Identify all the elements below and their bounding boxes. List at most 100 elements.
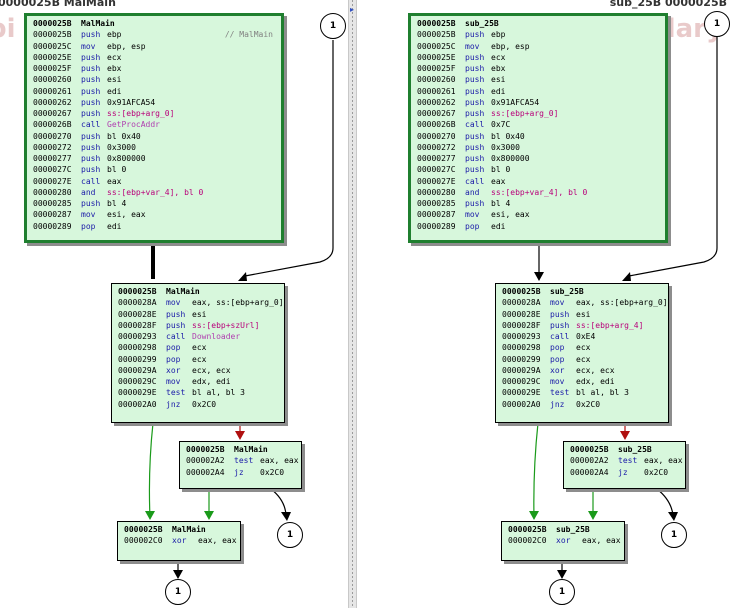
- instruction-line[interactable]: 000002A0 jnz 0x2C0: [118, 399, 284, 410]
- instruction-line[interactable]: 00000261 push edi: [417, 86, 665, 97]
- instruction-line[interactable]: 000002A4 jz 0x2C0: [570, 467, 685, 478]
- left-ref-node-mid[interactable]: 1: [277, 522, 303, 548]
- instruction-line[interactable]: 0000025C mov ebp, esp: [33, 41, 281, 52]
- right-block-3[interactable]: 0000025B sub_25B 000002A2 test eax, eax 00000…: [563, 441, 686, 489]
- right-arrow-node-to-block2: [622, 272, 631, 281]
- instruction-line[interactable]: 00000293 call 0xE4: [502, 331, 668, 342]
- right-graph-pane[interactable]: sub_25B 0000025B dary 0000025B sub_25B 000…: [357, 0, 737, 608]
- left-block-2[interactable]: 0000025B MalMain 0000028A mov eax, ss:[ebp+a…: [111, 283, 285, 423]
- instruction-line[interactable]: 00000272 push 0x3000: [33, 142, 281, 153]
- right-block-2[interactable]: 0000025B sub_25B 0000028A mov eax, ss:[ebp+a…: [495, 283, 669, 423]
- instruction-line[interactable]: 0000025B push ebp: [417, 29, 665, 40]
- instruction-line[interactable]: 000002C0 xor eax, eax: [124, 535, 240, 546]
- instruction-line[interactable]: 00000287 mov esi, eax: [417, 209, 665, 220]
- instruction-line[interactable]: 00000261 push edi: [33, 86, 281, 97]
- instruction-line[interactable]: 00000285 push bl 4: [417, 198, 665, 209]
- instruction-line[interactable]: 0000028A mov eax, ss:[ebp+arg_0]: [502, 297, 668, 308]
- left-block-4[interactable]: 0000025B MalMain 000002C0 xor eax, eax: [117, 521, 241, 561]
- instruction-line[interactable]: 00000280 and ss:[ebp+var_4], bl 0: [33, 187, 281, 198]
- instruction-address: 0000028A: [502, 298, 541, 308]
- instruction-line[interactable]: 000002A2 test eax, eax: [186, 455, 301, 466]
- instruction-line[interactable]: 0000026B call 0x7C: [417, 119, 665, 130]
- instruction-line[interactable]: 0000027C push bl 0: [417, 164, 665, 175]
- left-ref-node-top[interactable]: 1: [320, 13, 346, 39]
- instruction-line[interactable]: 00000289 pop edi: [33, 221, 281, 232]
- instruction-line[interactable]: 0000025C mov ebp, esp: [417, 41, 665, 52]
- right-block-4[interactable]: 0000025B sub_25B 000002C0 xor eax, eax: [501, 521, 625, 561]
- instruction-line[interactable]: 00000260 push esi: [33, 74, 281, 85]
- instruction-mnemonic: pop: [550, 354, 565, 364]
- instruction-line[interactable]: 00000299 pop ecx: [502, 354, 668, 365]
- left-graph-pane[interactable]: 0000025B MalMain pi 0000025BMalMain00000…: [0, 0, 348, 608]
- instruction-line[interactable]: 0000028F push ss:[ebp+arg_4]: [502, 320, 668, 331]
- instruction-line[interactable]: 0000029E test bl al, bl 3: [118, 387, 284, 398]
- instruction-address: 00000293: [502, 332, 541, 341]
- instruction-line[interactable]: 00000285 push bl 4: [33, 198, 281, 209]
- instruction-line[interactable]: 0000027E call eax: [33, 176, 281, 187]
- right-ref-node-bottom[interactable]: 1: [549, 579, 575, 605]
- instruction-line[interactable]: 00000298 pop ecx: [118, 342, 284, 353]
- instruction-line[interactable]: 0000029A xor ecx, ecx: [502, 365, 668, 376]
- instruction-line[interactable]: 00000293 call Downloader: [118, 331, 284, 342]
- instruction-line[interactable]: 00000260 push esi: [417, 74, 665, 85]
- instruction-mnemonic: jnz: [550, 399, 565, 409]
- instruction-line[interactable]: 0000028F push ss:[ebp+szUrl]: [118, 320, 284, 331]
- instruction-line[interactable]: 00000298 pop ecx: [502, 342, 668, 353]
- instruction-line[interactable]: 0000027E call eax: [417, 176, 665, 187]
- instruction-line[interactable]: 0000025E push ecx: [417, 52, 665, 63]
- instruction-line[interactable]: 0000025E push ecx: [33, 52, 281, 63]
- instruction-mnemonic: push: [81, 109, 101, 118]
- right-ref-node-mid[interactable]: 1: [661, 522, 687, 548]
- left-block-3[interactable]: 0000025B MalMain 000002A2 test eax, eax 00000…: [179, 441, 302, 489]
- instruction-line[interactable]: 0000025F push ebx: [33, 63, 281, 74]
- instruction-operands: esi: [491, 75, 506, 85]
- left-entry-block[interactable]: 0000025B MalMain 0000025B push ebp// MalMain…: [24, 13, 284, 243]
- instruction-line[interactable]: 00000270 push bl 0x40: [417, 131, 665, 142]
- instruction-line[interactable]: 00000289 pop edi: [417, 221, 665, 232]
- block-header: 0000025B sub_25B: [508, 524, 624, 535]
- instruction-line[interactable]: 00000270 push bl 0x40: [33, 131, 281, 142]
- block-header: 0000025B MalMain: [33, 18, 281, 29]
- instruction-line[interactable]: 0000025F push ebx: [417, 63, 665, 74]
- instruction-line[interactable]: 0000028A mov eax, ss:[ebp+arg_0]: [118, 297, 284, 308]
- left-ref-node-bottom[interactable]: 1: [165, 579, 191, 605]
- left-arrow-false-to-block3: [235, 431, 245, 440]
- instruction-operands: esi: [107, 75, 122, 85]
- instruction-line[interactable]: 000002A2 test eax, eax: [570, 455, 685, 466]
- instruction-operands: edx, edi: [192, 377, 231, 386]
- instruction-operands: 0x3000: [491, 142, 520, 152]
- instruction-line[interactable]: 0000029C mov edx, edi: [118, 376, 284, 387]
- instruction-operands: esi: [192, 309, 207, 319]
- instruction-line[interactable]: 00000287 mov esi, eax: [33, 209, 281, 220]
- instruction-line[interactable]: 00000299 pop ecx: [118, 354, 284, 365]
- instruction-line[interactable]: 000002C0 xor eax, eax: [508, 535, 624, 546]
- instruction-line[interactable]: 0000029E test bl al, bl 3: [502, 387, 668, 398]
- right-ref-node-top[interactable]: 1: [704, 11, 730, 37]
- instruction-line[interactable]: 00000277 push 0x800000: [33, 153, 281, 164]
- block-header-name: sub_25B: [556, 525, 590, 534]
- instruction-line[interactable]: 000002A0 jnz 0x2C0: [502, 399, 668, 410]
- right-entry-block[interactable]: 0000025B sub_25B 0000025B push ebp 0000025C mo…: [408, 13, 668, 243]
- instruction-line[interactable]: 00000262 push 0x91AFCA54: [417, 97, 665, 108]
- instruction-line[interactable]: 00000267 push ss:[ebp+arg_0]: [33, 108, 281, 119]
- instruction-operands: eax, eax: [644, 456, 683, 466]
- instruction-address: 0000028F: [118, 320, 157, 330]
- instruction-line[interactable]: 0000025B push ebp // MalMain: [33, 29, 281, 40]
- instruction-line[interactable]: 0000028E push esi: [118, 309, 284, 320]
- instruction-line[interactable]: 00000277 push 0x800000: [417, 153, 665, 164]
- instruction-line[interactable]: 00000267 push ss:[ebp+arg_0]: [417, 108, 665, 119]
- instruction-line[interactable]: 000002A4 jz 0x2C0: [186, 467, 301, 478]
- instruction-line[interactable]: 0000029A xor ecx, ecx: [118, 365, 284, 376]
- instruction-line[interactable]: 00000280 and ss:[ebp+var_4], bl 0: [417, 187, 665, 198]
- instruction-line[interactable]: 0000027C push bl 0: [33, 164, 281, 175]
- instruction-operands: ecx, ecx: [576, 365, 615, 375]
- instruction-mnemonic: push: [465, 64, 485, 73]
- instruction-address: 000002A2: [186, 456, 225, 466]
- instruction-line[interactable]: 0000026B call GetProcAddr: [33, 119, 281, 130]
- pane-splitter[interactable]: ▸: [348, 0, 357, 608]
- instruction-line[interactable]: 00000262 push 0x91AFCA54: [33, 97, 281, 108]
- instruction-line[interactable]: 00000272 push 0x3000: [417, 142, 665, 153]
- instruction-line[interactable]: 0000029C mov edx, edi: [502, 376, 668, 387]
- instruction-line[interactable]: 0000028E push esi: [502, 309, 668, 320]
- instruction-operands: 0xE4: [576, 332, 596, 341]
